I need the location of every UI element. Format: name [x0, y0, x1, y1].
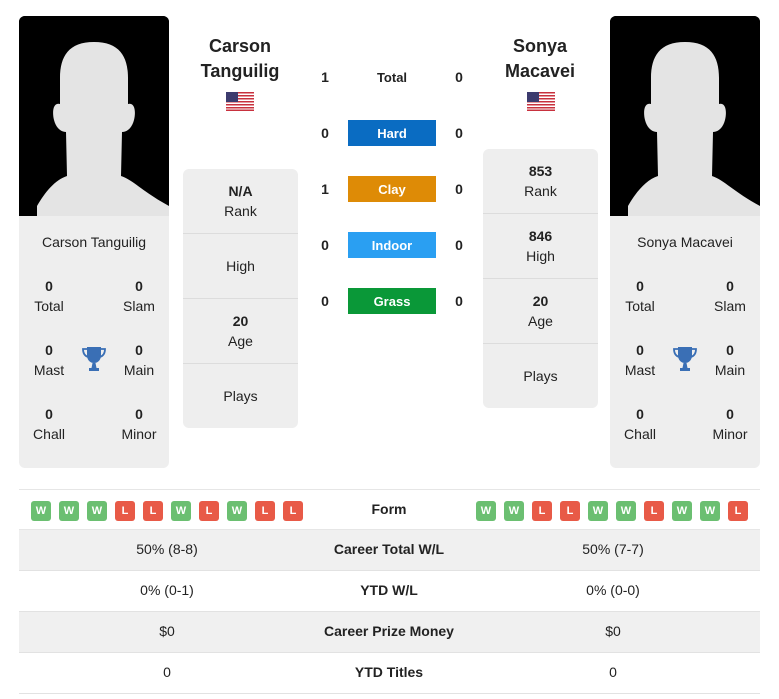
form-loss-badge[interactable]: L: [255, 501, 275, 521]
surface-label-clay[interactable]: Clay: [348, 176, 436, 202]
player2-stat-value: 0% (0-0): [586, 582, 640, 598]
player1-mast-titles: 0 Mast: [33, 342, 65, 378]
player1-main-titles: 0 Main: [123, 342, 155, 378]
player2-photo: [610, 16, 760, 216]
player2-main-titles: 0 Main: [714, 342, 746, 378]
h2h-row-total: 1 Total 0: [310, 64, 475, 90]
player1-stat-value: 0: [163, 664, 171, 680]
form-win-badge[interactable]: W: [700, 501, 720, 521]
player1-h2h-wins: 1: [321, 69, 329, 85]
player1-info-panel: N/A Rank High 20 Age Plays: [183, 169, 298, 428]
player2-rank: 853 Rank: [483, 149, 598, 214]
player2-h2h-wins: 0: [455, 293, 463, 309]
stat-label: Career Prize Money: [324, 623, 454, 639]
form-win-badge[interactable]: W: [31, 501, 51, 521]
player1-rank: N/A Rank: [183, 169, 298, 234]
silhouette-icon: [610, 16, 760, 216]
player2-total-titles: 0 Total: [625, 278, 655, 314]
surface-label-total: Total: [376, 69, 408, 85]
player1-header-name[interactable]: Carson Tanguilig: [180, 34, 300, 84]
stats-row: 0% (0-1) YTD W/L 0% (0-0): [19, 571, 760, 612]
player1-slam-titles: 0 Slam: [123, 278, 155, 314]
surface-label-grass[interactable]: Grass: [348, 288, 436, 314]
stats-row: 0 YTD Titles 0: [19, 653, 760, 694]
us-flag-icon: [527, 92, 555, 111]
h2h-row-hard: 0 Hard 0: [310, 120, 475, 146]
player1-total-titles: 0 Total: [34, 278, 64, 314]
player2-age: 20 Age: [483, 279, 598, 344]
stat-label: YTD Titles: [354, 664, 424, 680]
form-win-badge[interactable]: W: [504, 501, 524, 521]
form-win-badge[interactable]: W: [59, 501, 79, 521]
form-win-badge[interactable]: W: [616, 501, 636, 521]
player1-stat-value: 0% (0-1): [140, 582, 194, 598]
stats-row: 50% (8-8) Career Total W/L 50% (7-7): [19, 530, 760, 571]
form-win-badge[interactable]: W: [171, 501, 191, 521]
player2-titles-card: Sonya Macavei 0 Total 0 Slam 0 Mast 0 Ma…: [610, 216, 760, 468]
player1-h2h-wins: 0: [321, 125, 329, 141]
form-win-badge[interactable]: W: [227, 501, 247, 521]
form-loss-badge[interactable]: L: [115, 501, 135, 521]
player2-minor-titles: 0 Minor: [712, 406, 748, 442]
player2-stat-value: 0: [609, 664, 617, 680]
player2-mast-titles: 0 Mast: [624, 342, 656, 378]
player1-age: 20 Age: [183, 299, 298, 364]
form-loss-badge[interactable]: L: [532, 501, 552, 521]
player2-header-name[interactable]: Sonya Macavei: [480, 34, 600, 84]
h2h-row-indoor: 0 Indoor 0: [310, 232, 475, 258]
player1-titles-card: Carson Tanguilig 0 Total 0 Slam 0 Mast 0…: [19, 216, 169, 468]
player1-h2h-wins: 1: [321, 181, 329, 197]
form-win-badge[interactable]: W: [476, 501, 496, 521]
form-row: WWWLLWLWLL Form WWLLWWLWWL: [19, 489, 760, 530]
stat-label: YTD W/L: [360, 582, 418, 598]
player2-stat-value: $0: [605, 623, 621, 639]
h2h-row-clay: 1 Clay 0: [310, 176, 475, 202]
player1-form-badges: WWWLLWLWLL: [31, 501, 303, 521]
player2-plays: Plays: [523, 368, 558, 384]
surface-label-indoor[interactable]: Indoor: [348, 232, 436, 258]
form-loss-badge[interactable]: L: [143, 501, 163, 521]
player2-chall-titles: 0 Chall: [624, 406, 656, 442]
player1-stat-value: 50% (8-8): [136, 541, 198, 557]
player2-stat-value: 50% (7-7): [582, 541, 644, 557]
player1-h2h-wins: 0: [321, 237, 329, 253]
player2-h2h-wins: 0: [455, 125, 463, 141]
form-loss-badge[interactable]: L: [728, 501, 748, 521]
form-win-badge[interactable]: W: [672, 501, 692, 521]
stat-label: Career Total W/L: [333, 541, 445, 557]
player2-form-badges: WWLLWWLWWL: [476, 501, 748, 521]
trophy-icon: [82, 347, 106, 371]
player2-slam-titles: 0 Slam: [714, 278, 746, 314]
player2-info-panel: 853 Rank 846 High 20 Age Plays: [483, 149, 598, 408]
player1-h2h-wins: 0: [321, 293, 329, 309]
h2h-row-grass: 0 Grass 0: [310, 288, 475, 314]
surface-label-hard[interactable]: Hard: [348, 120, 436, 146]
player1-minor-titles: 0 Minor: [121, 406, 157, 442]
form-loss-badge[interactable]: L: [644, 501, 664, 521]
us-flag-icon: [226, 92, 254, 111]
player2-h2h-wins: 0: [455, 69, 463, 85]
player2-h2h-wins: 0: [455, 237, 463, 253]
silhouette-icon: [19, 16, 169, 216]
player2-high: 846 High: [483, 214, 598, 279]
player1-plays: Plays: [223, 388, 258, 404]
form-loss-badge[interactable]: L: [560, 501, 580, 521]
stats-row: $0 Career Prize Money $0: [19, 612, 760, 653]
form-loss-badge[interactable]: L: [199, 501, 219, 521]
player1-stat-value: $0: [159, 623, 175, 639]
player2-name[interactable]: Sonya Macavei: [610, 234, 760, 250]
form-win-badge[interactable]: W: [87, 501, 107, 521]
trophy-icon: [673, 347, 697, 371]
player1-name[interactable]: Carson Tanguilig: [19, 234, 169, 250]
form-label: Form: [371, 501, 407, 517]
player2-h2h-wins: 0: [455, 181, 463, 197]
form-win-badge[interactable]: W: [588, 501, 608, 521]
player1-high: High: [183, 234, 298, 299]
player1-photo: [19, 16, 169, 216]
player1-chall-titles: 0 Chall: [33, 406, 65, 442]
form-loss-badge[interactable]: L: [283, 501, 303, 521]
